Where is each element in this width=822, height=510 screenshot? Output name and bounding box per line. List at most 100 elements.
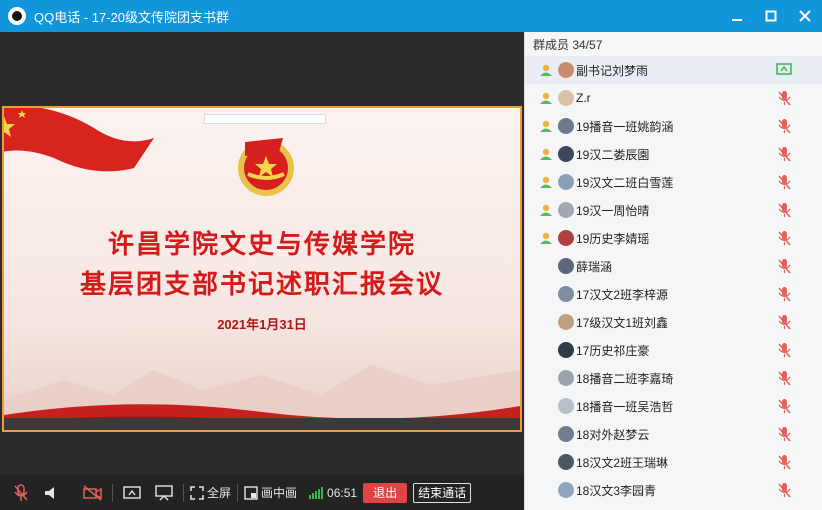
camera-toggle[interactable] (80, 482, 106, 504)
close-icon (799, 10, 811, 22)
member-status-slot (538, 286, 554, 302)
slide-toolbar-strip (204, 114, 326, 124)
member-row[interactable]: 18汉文2班王瑞琳 (525, 448, 822, 476)
member-avatar (558, 146, 574, 162)
member-status-slot (538, 370, 554, 386)
member-name: 18播音一班吴浩哲 (576, 399, 674, 414)
mic-muted-icon (776, 286, 792, 302)
member-name: 18播音二班李嘉琦 (576, 371, 674, 386)
member-row[interactable]: 17级汉文1班刘鑫 (525, 308, 822, 336)
mic-muted-icon (14, 483, 28, 501)
mic-muted-icon (776, 454, 792, 470)
shared-screen-area[interactable]: 许昌学院文史与传媒学院 基层团支部书记述职汇报会议 2021年1月31日 (0, 32, 524, 475)
member-name: 19汉文二班白雪莲 (576, 175, 674, 190)
fullscreen-icon (190, 485, 204, 500)
member-name: 17级汉文1班刘鑫 (576, 315, 669, 330)
speaker-icon (45, 486, 54, 499)
minimize-button[interactable] (720, 0, 754, 32)
member-row[interactable]: 19历史李婧瑶 (525, 224, 822, 252)
member-avatar (558, 286, 574, 302)
member-list[interactable]: 副书记刘梦雨 Z.r 19播音一班姚韵涵 19汉二娄辰園 19汉文二班白雪莲 19汉一周怡… (525, 56, 822, 504)
member-row[interactable]: 19汉一周怡晴 (525, 196, 822, 224)
member-name: 副书记刘梦雨 (576, 63, 649, 78)
member-status-slot (538, 258, 554, 274)
qq-call-window: QQ电话 - 17-20级文传院团支书群 许昌学院文史与传媒学院 基层团支部书记… (0, 0, 822, 510)
member-row[interactable]: 18播音一班吴浩哲 (525, 392, 822, 420)
mic-muted-icon (776, 314, 792, 330)
call-controls-bar: 全屏 画中画 06:51 退出 结束通话 (0, 475, 524, 510)
member-panel: 群成员 34/57 副书记刘梦雨 Z.r 19播音一班姚韵涵 19汉二娄辰園 19汉文二… (524, 32, 822, 510)
member-name: 19汉一周怡晴 (576, 203, 650, 218)
minimize-icon (732, 19, 742, 21)
screen-share-icon (776, 62, 792, 78)
pip-icon (244, 485, 258, 500)
member-row[interactable]: 副书记刘梦雨 (525, 56, 822, 84)
shared-slide: 许昌学院文史与传媒学院 基层团支部书记述职汇报会议 2021年1月31日 (2, 106, 522, 432)
member-name: 17汉文2班李梓源 (576, 287, 669, 302)
member-avatar (558, 314, 574, 330)
member-avatar (558, 174, 574, 190)
member-avatar (558, 202, 574, 218)
mic-muted-icon (776, 398, 792, 414)
end-call-button[interactable]: 结束通话 (413, 482, 472, 503)
member-avatar (558, 62, 574, 78)
mic-muted-icon (776, 482, 792, 498)
member-row[interactable]: 18对外赵梦云 (525, 420, 822, 448)
fullscreen-button[interactable]: 全屏 (190, 484, 231, 501)
admin-user-icon (540, 148, 552, 160)
close-button[interactable] (788, 0, 822, 32)
mic-muted-icon (776, 426, 792, 442)
mic-muted-icon (776, 230, 792, 246)
admin-user-icon (540, 92, 552, 104)
fullscreen-label: 全屏 (207, 486, 232, 500)
member-avatar (558, 258, 574, 274)
admin-user-icon (540, 176, 552, 188)
member-name: 19播音一班姚韵涵 (576, 119, 674, 134)
member-row[interactable]: 17历史祁庄豪 (525, 336, 822, 364)
member-status-slot (538, 62, 554, 78)
member-row[interactable]: 17汉文2班李梓源 (525, 280, 822, 308)
member-status-slot (538, 146, 554, 162)
member-status-slot (538, 202, 554, 218)
youth-league-emblem (238, 138, 294, 196)
qq-logo-icon (8, 7, 26, 25)
speaker-toggle[interactable] (38, 482, 64, 504)
member-row[interactable]: Z.r (525, 84, 822, 112)
share-screen-button[interactable] (119, 482, 145, 504)
member-row[interactable]: 19汉二娄辰園 (525, 140, 822, 168)
member-name: 18对外赵梦云 (576, 427, 650, 442)
member-avatar (558, 370, 574, 386)
pip-label: 画中画 (261, 486, 298, 500)
member-avatar (558, 90, 574, 106)
mic-muted-icon (776, 258, 792, 274)
maximize-button[interactable] (754, 0, 788, 32)
window-controls (720, 0, 822, 32)
member-avatar (558, 454, 574, 470)
member-status-slot (538, 90, 554, 106)
member-name: 17历史祁庄豪 (576, 343, 650, 358)
member-row[interactable]: 19汉文二班白雪莲 (525, 168, 822, 196)
admin-user-icon (540, 232, 552, 244)
divider (237, 483, 239, 502)
member-row[interactable]: 18播音二班李嘉琦 (525, 364, 822, 392)
microphone-toggle[interactable] (8, 482, 34, 504)
member-row[interactable]: 18汉文3李园青 (525, 476, 822, 504)
admin-user-icon (540, 204, 552, 216)
member-avatar (558, 426, 574, 442)
member-avatar (558, 398, 574, 414)
shared-taskbar (4, 418, 520, 430)
member-row[interactable]: 薛瑞涵 (525, 252, 822, 280)
great-wall-illustration (4, 365, 520, 430)
divider (112, 483, 113, 502)
presentation-button[interactable] (151, 482, 177, 504)
title-bar[interactable]: QQ电话 - 17-20级文传院团支书群 (0, 0, 822, 32)
member-name: Z.r (576, 91, 591, 105)
member-row[interactable]: 19播音一班姚韵涵 (525, 112, 822, 140)
member-avatar (558, 482, 574, 498)
picture-in-picture-button[interactable]: 画中画 (244, 484, 297, 501)
camera-off-icon (83, 484, 102, 501)
admin-user-icon (540, 120, 552, 132)
exit-button[interactable]: 退出 (363, 482, 408, 503)
member-status-slot (538, 426, 554, 442)
member-avatar (558, 118, 574, 134)
